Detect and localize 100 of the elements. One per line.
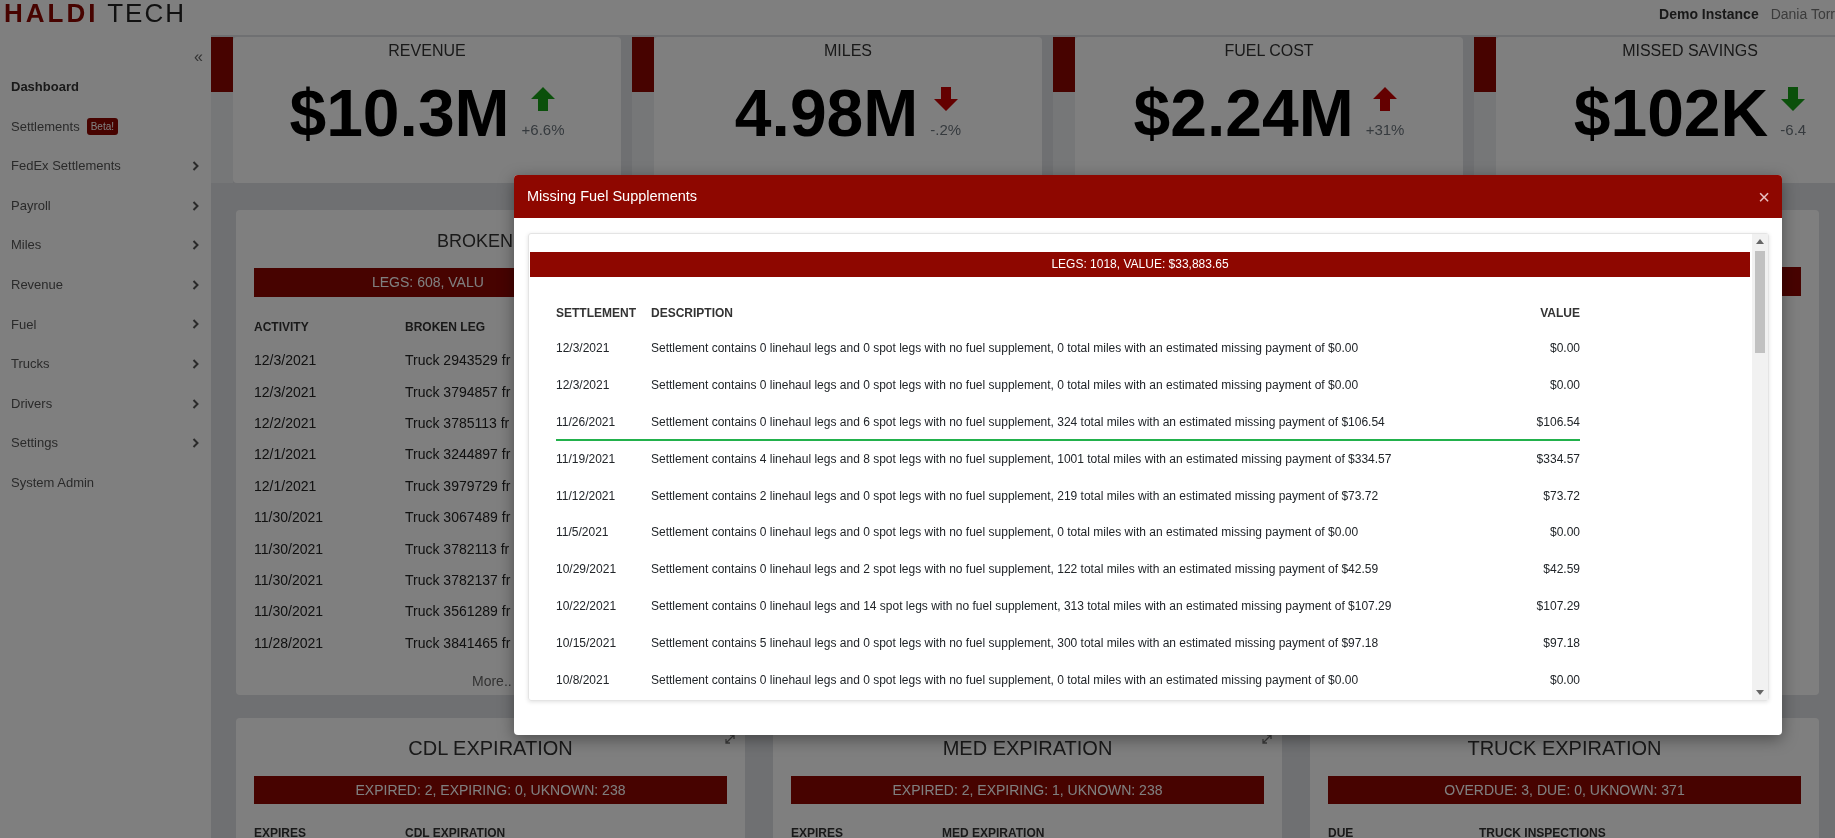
table-cell-text: 12/1/2021 [254,476,318,496]
card-title: MED EXPIRATION [941,736,1114,760]
table-cell: Settlement contains 0 linehaul legs and 6 spot legs with no fuel supplement, 324 total miles with an estimated missing payment of $106.54 [651,415,1385,429]
table-cell: 11/19/2021 [556,451,616,466]
column-header: CDL EXPIRATION [405,825,506,838]
table-cell-text: Truck 3979729 fr [405,476,511,496]
card-title: TRUCK EXPIRATION [1466,736,1663,760]
collapse-icon[interactable]: « [194,47,203,67]
table-cell-text: 11/28/2021 [254,633,325,653]
table-row[interactable]: 10/15/2021 Settlement contains 5 linehaul legs and 0 spot legs with no fuel supplement, 300 total miles with an estimated missing payment of $97.18 $97.18 [556,625,1580,663]
table-row[interactable]: 10/29/2021 Settlement contains 0 linehaul legs and 2 spot legs with no fuel supplement, 122 total miles with an estimated missing payment of $42.59 $42.59 [556,551,1580,589]
table-cell: 11/26/2021 [556,415,616,429]
column-header: EXPIRES [791,825,845,838]
kpi-title: REVENUE [387,41,467,61]
table-cell: 10/8/2021 [556,672,610,687]
kpi-change: +31% [1365,120,1405,140]
table-cell: $73.72 [1543,488,1580,503]
table-cell: 11/5/2021 [556,525,609,540]
expand-icon[interactable] [725,734,735,744]
instance-name: Demo Instance [1659,5,1759,24]
table-cell: $334.57 [1536,451,1580,466]
column-header: SETTLEMENT [556,305,637,322]
table-cell: 10/29/2021 [556,562,617,577]
summary-bar: EXPIRED: 2, EXPIRING: 1, UKNOWN: 238 [791,776,1264,804]
expand-icon[interactable] [1262,734,1272,744]
table-row[interactable]: 12/3/2021 Settlement contains 0 linehaul legs and 0 spot legs with no fuel supplement, 0 total miles with an estimated missing payment of $0.00 $0.00 [556,367,1580,405]
table-cell-text: 12/3/2021 [254,382,318,402]
table-cell-text: Truck 3067489 fr [405,508,511,528]
table-cell: Settlement contains 0 linehaul legs and 0 spot legs with no fuel supplement, 0 total miles with an estimated missing payment of $0.00 [651,378,1359,393]
table-row[interactable]: 10/22/2021 Settlement contains 0 linehaul legs and 14 spot legs with no fuel supplement, 313 total miles with an estimated missing payment of $107.29 $107.29 [556,588,1580,626]
scroll-down-icon[interactable] [1756,690,1764,695]
sidebar-item[interactable]: Fuel [0,304,211,345]
scroll-up-icon[interactable] [1756,239,1764,244]
sidebar-item[interactable]: Drivers [0,383,211,424]
table-cell: Settlement contains 5 linehaul legs and 0 spot legs with no fuel supplement, 300 total miles with an estimated missing payment of $97.18 [651,635,1379,650]
kpi-value: $10.3M [289,77,510,149]
user-name[interactable]: Dania Torr [1770,4,1835,25]
modal-title: Missing Fuel Supplements [527,186,698,206]
logo: HALDI TECH [4,0,186,26]
column-header: ACTIVITY [254,319,310,336]
table-row[interactable]: 11/26/2021 Settlement contains 0 linehaul legs and 6 spot legs with no fuel supplement, 324 total miles with an estimated missing payment of $106.54 $106.54 [556,404,1580,442]
table-cell: Settlement contains 0 linehaul legs and 2 spot legs with no fuel supplement, 122 total miles with an estimated missing payment of $42.59 [651,562,1379,577]
table-cell: 12/3/2021 [556,378,610,393]
column-header: TRUCK INSPECTIONS [1479,825,1606,838]
sidebar-item[interactable]: Payroll [0,185,211,226]
card-title: BROKEN [436,230,515,253]
table-cell-text: Truck 3561289 fr [405,602,511,622]
table-cell: $0.00 [1549,672,1580,687]
column-header: VALUE [1539,305,1580,322]
table-cell-text: Truck 3244897 fr [405,445,511,465]
table-cell-text: Truck 3782113 fr [405,539,510,559]
table-cell: Settlement contains 0 linehaul legs and 14 spot legs with no fuel supplement, 313 total miles with an estimated missing payment of $107.29 [651,598,1392,613]
table-cell: Settlement contains 0 linehaul legs and 0 spot legs with no fuel supplement, 0 total miles with an estimated missing payment of $0.00 [651,341,1359,356]
table-cell-text: Truck 3785113 fr [405,413,510,433]
summary-bar: OVERDUE: 3, DUE: 0, UKNOWN: 371 [1328,776,1801,804]
kpi-title: MILES [823,41,873,61]
kpi-title: MISSED SAVINGS [1621,41,1759,61]
card-title: CDL EXPIRATION [407,736,574,760]
summary-bar: EXPIRED: 2, EXPIRING: 0, UKNOWN: 238 [254,776,727,804]
kpi-value: $2.24M [1133,77,1354,149]
kpi-title: FUEL COST [1223,41,1315,61]
sidebar-item[interactable]: System Admin [0,462,211,503]
table-cell-text: 12/1/2021 [254,445,318,465]
table-cell: Settlement contains 4 linehaul legs and 8 spot legs with no fuel supplement, 1001 total miles with an estimated missing payment of $334.57 [651,451,1392,466]
table-row[interactable]: 11/5/2021 Settlement contains 0 linehaul legs and 0 spot legs with no fuel supplement, 0 total miles with an estimated missing payment of $0.00 $0.00 [556,515,1580,552]
sidebar-item[interactable]: Revenue [0,264,211,305]
table-cell: Settlement contains 0 linehaul legs and 0 spot legs with no fuel supplement, 0 total miles with an estimated missing payment of $0.00 [651,525,1359,540]
table-cell: $0.00 [1549,341,1580,356]
table-cell: $0.00 [1549,378,1580,393]
sidebar-item[interactable]: Dashboard [0,67,211,107]
table-cell-text: Truck 3841465 fr [405,633,511,653]
table-cell-text: 11/30/2021 [254,508,325,528]
table-cell: 10/22/2021 [556,598,617,613]
sidebar-item[interactable]: Settings [0,423,211,463]
scrollbar-thumb[interactable] [1755,251,1765,353]
table-cell-text: Truck 3782137 fr [405,570,511,590]
table-row[interactable]: 12/3/2021 Settlement contains 0 linehaul legs and 0 spot legs with no fuel supplement, 0 total miles with an estimated missing payment of $0.00 $0.00 [556,331,1580,368]
kpi-value: $102K [1573,77,1769,149]
table-cell: $97.18 [1543,635,1580,650]
table-cell-text: Truck 3794857 fr [405,382,511,402]
table-row[interactable]: 11/19/2021 Settlement contains 4 linehaul legs and 8 spot legs with no fuel supplement, 1001 total miles with an estimated missing payment of $334.57 $334.57 [556,441,1580,479]
sidebar-item[interactable]: FedEx Settlements [0,146,211,186]
close-button[interactable]: × [1758,186,1770,207]
table-row[interactable]: 11/12/2021 Settlement contains 2 linehaul legs and 0 spot legs with no fuel supplement, 219 total miles with an estimated missing payment of $73.72 $73.72 [556,478,1580,515]
sidebar-label[interactable]: Settlements [11,116,80,137]
column-header: DESCRIPTION [651,305,734,322]
column-header: DUE [1328,825,1355,838]
sidebar-item[interactable]: Trucks [0,344,211,384]
beta-badge: Beta! [86,117,118,135]
table-cell: $106.54 [1536,415,1580,429]
table-cell: $107.29 [1536,598,1580,613]
table-row[interactable]: 10/8/2021 Settlement contains 0 linehaul legs and 0 spot legs with no fuel supplement, 0 total miles with an estimated missing payment of $0.00 $0.00 [556,662,1580,699]
table-cell: $42.59 [1543,562,1580,577]
table-cell-text: 11/30/2021 [254,570,325,590]
table-cell-text: 11/30/2021 [254,602,325,622]
sidebar-item[interactable]: Miles [0,225,211,265]
table-cell: 11/12/2021 [556,488,616,503]
scrollbar[interactable] [1752,234,1768,700]
kpi-change: -.2% [930,120,962,140]
table-cell-text: 12/2/2021 [254,413,318,433]
